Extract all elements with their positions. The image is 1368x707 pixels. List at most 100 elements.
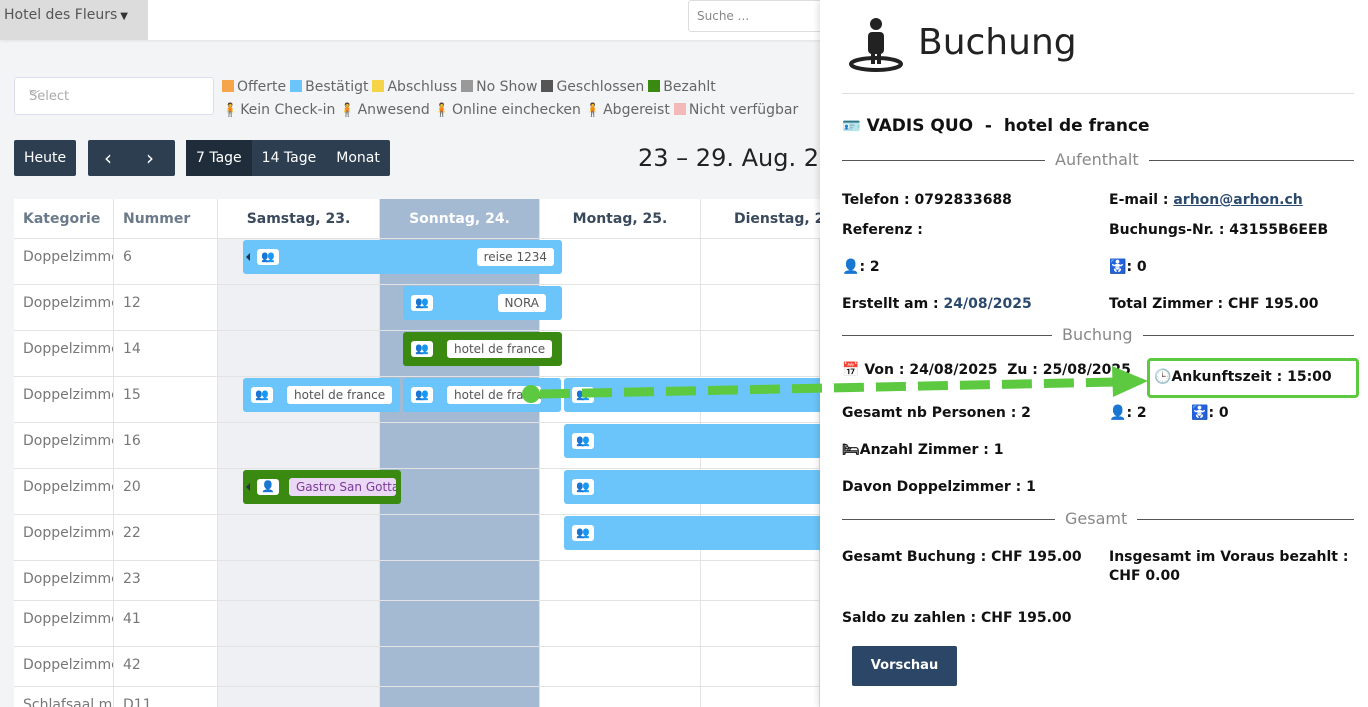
guests-present-icon: 👥 xyxy=(572,525,594,541)
booking-total: Gesamt Buchung : CHF 195.00 xyxy=(842,549,1082,565)
adults-count: 👤: 2 xyxy=(842,259,880,275)
total-rooms: Total Zimmer : CHF 195.00 xyxy=(1109,296,1319,312)
booking-label: hotel de france xyxy=(447,386,541,404)
booking-label: hotel de france xyxy=(287,386,393,404)
email-link[interactable]: arhon@arhon.ch xyxy=(1173,192,1302,208)
booking-bar[interactable]: 👤 Gastro San Gotta xyxy=(243,470,401,504)
room-number: 14 xyxy=(114,331,218,376)
room-number: D11 xyxy=(114,687,218,707)
booking-bar[interactable]: 👥 xyxy=(564,378,820,412)
guests-present-icon: 👥 xyxy=(572,433,594,449)
child-icon: 🚼 xyxy=(1109,259,1127,275)
booking-bar[interactable]: 👥 xyxy=(564,516,820,550)
header-day: Dienstag, 26 xyxy=(701,199,820,239)
legend-presence: 🧍 Kein Check-in 🧍 Anwesend 🧍 Online einchecke… xyxy=(222,102,802,118)
continues-left-icon xyxy=(246,483,250,491)
section-total: Gesamt xyxy=(1055,509,1138,528)
color-swatch xyxy=(290,80,303,92)
room-category: Doppelzimmer xyxy=(14,601,114,646)
booking-bar[interactable]: 👥 xyxy=(564,470,820,504)
total-persons: Gesamt nb Personen : 2 xyxy=(842,405,1031,421)
section-booking: Buchung xyxy=(1052,325,1143,344)
booking-bar-selected[interactable]: 👥 hotel de france xyxy=(403,378,561,412)
legend-item: 🧍 Online einchecken xyxy=(433,102,581,118)
view-switcher: 7 Tage 14 Tage Monat xyxy=(186,140,390,176)
header-day: Samstag, 23. xyxy=(218,199,380,239)
room-number: 22 xyxy=(114,515,218,560)
room-number: 6 xyxy=(114,239,218,284)
clock-icon: 🕒 xyxy=(1154,369,1172,385)
room-category: Doppelzimmer xyxy=(14,515,114,560)
room-category: Doppelzimmer xyxy=(14,331,114,376)
legend-item: Bestätigt xyxy=(290,79,368,95)
room-number: 42 xyxy=(114,647,218,686)
table-row: Doppelzimmer23 xyxy=(14,561,820,601)
color-swatch xyxy=(673,103,686,115)
legend-item: Abschluss xyxy=(372,79,457,95)
today-button[interactable]: Heute xyxy=(14,140,76,176)
header-day: Montag, 25. xyxy=(540,199,701,239)
calendar-icon: 📅 xyxy=(842,362,860,378)
view-month[interactable]: Monat xyxy=(326,140,390,176)
header-day-today: Sonntag, 24. xyxy=(380,199,540,239)
balance-due: Saldo zu zahlen : CHF 195.00 xyxy=(842,610,1072,626)
booking-detail-panel: Buchung 🪪 VADIS QUO - hotel de france Au… xyxy=(820,0,1368,707)
legend-item: 🧍 Kein Check-in xyxy=(222,102,336,118)
date-from-to: 📅 Von : 24/08/2025 Zu : 25/08/2025 xyxy=(842,362,1131,378)
legend-status: Offerte Bestätigt Abschluss No Show Geschlos… xyxy=(222,79,720,95)
room-number: 15 xyxy=(114,377,218,422)
prepaid-label: Insgesamt im Voraus bezahlt : xyxy=(1109,549,1349,565)
header-number[interactable]: Nummer xyxy=(114,199,218,239)
booking-bar[interactable]: 👥 hotel de france xyxy=(403,332,562,366)
chevron-down-icon: ﹀ xyxy=(29,89,40,102)
double-room-count: Davon Doppelzimmer : 1 xyxy=(842,479,1036,495)
caret-down-icon: ▼ xyxy=(120,11,128,22)
category-select[interactable]: Select ﹀ xyxy=(14,77,214,115)
preview-button[interactable]: Vorschau xyxy=(852,646,957,686)
reservation-grid: Kategorie Nummer Samstag, 23. Sonntag, 2… xyxy=(14,199,820,707)
guest-heading: 🪪 VADIS QUO - hotel de france xyxy=(842,116,1150,136)
color-swatch xyxy=(461,80,474,92)
person-icon: 🧍 xyxy=(433,103,450,118)
room-category: Doppelzimmer xyxy=(14,469,114,514)
date-nav: ‹ › xyxy=(88,140,175,176)
arrival-time: 🕒Ankunftszeit : 15:00 xyxy=(1154,369,1332,385)
room-number: 12 xyxy=(114,285,218,330)
legend-item: Nicht verfügbar xyxy=(673,102,798,118)
room-category: Doppelzimmer xyxy=(14,647,114,686)
divider xyxy=(842,93,1354,94)
guests-present-icon: 👥 xyxy=(572,479,594,495)
color-swatch xyxy=(541,80,554,92)
header-category[interactable]: Kategorie xyxy=(14,199,114,239)
prepaid-amount: CHF 0.00 xyxy=(1109,568,1180,584)
room-category: Doppelzimmer xyxy=(14,561,114,600)
view-7-days[interactable]: 7 Tage xyxy=(186,140,252,176)
booking-bar[interactable]: 👥 NORA xyxy=(403,286,562,320)
booking-bar[interactable]: 👥 xyxy=(564,424,820,458)
search-input[interactable] xyxy=(688,0,828,32)
color-swatch xyxy=(222,80,234,92)
child-icon: 🚼 xyxy=(1191,405,1209,421)
date-range-title: 23 – 29. Aug. 20 xyxy=(638,144,835,172)
panel-title: Buchung xyxy=(918,22,1077,63)
legend-item: Bezahlt xyxy=(648,79,716,95)
id-card-icon: 🪪 xyxy=(842,117,861,135)
guests-present-icon: 👥 xyxy=(572,387,594,403)
booking-label: hotel de france xyxy=(447,340,553,358)
guests-no-checkin-icon: 👥 xyxy=(251,387,273,403)
prev-button[interactable]: ‹ xyxy=(104,146,112,170)
color-swatch xyxy=(648,80,661,92)
legend-item: 🧍 Abgereist xyxy=(584,102,670,118)
view-14-days[interactable]: 14 Tage xyxy=(252,140,327,176)
next-button[interactable]: › xyxy=(146,146,154,170)
person-icon: 🧍 xyxy=(584,103,602,118)
booking-bar[interactable]: 👥 hotel de france xyxy=(243,378,400,412)
legend-item: Offerte xyxy=(222,79,286,95)
hotel-selector-label[interactable]: Hotel des Fleurs ▼ xyxy=(4,7,128,23)
guests-present-icon: 👥 xyxy=(411,295,433,311)
table-row: Schlafsaal mi D11 xyxy=(14,687,820,707)
reference: Referenz : xyxy=(842,222,923,238)
booking-bar[interactable]: 👥 reise 1234 xyxy=(243,240,562,274)
color-swatch xyxy=(372,80,385,92)
guest-present-icon: 👤 xyxy=(257,479,279,495)
